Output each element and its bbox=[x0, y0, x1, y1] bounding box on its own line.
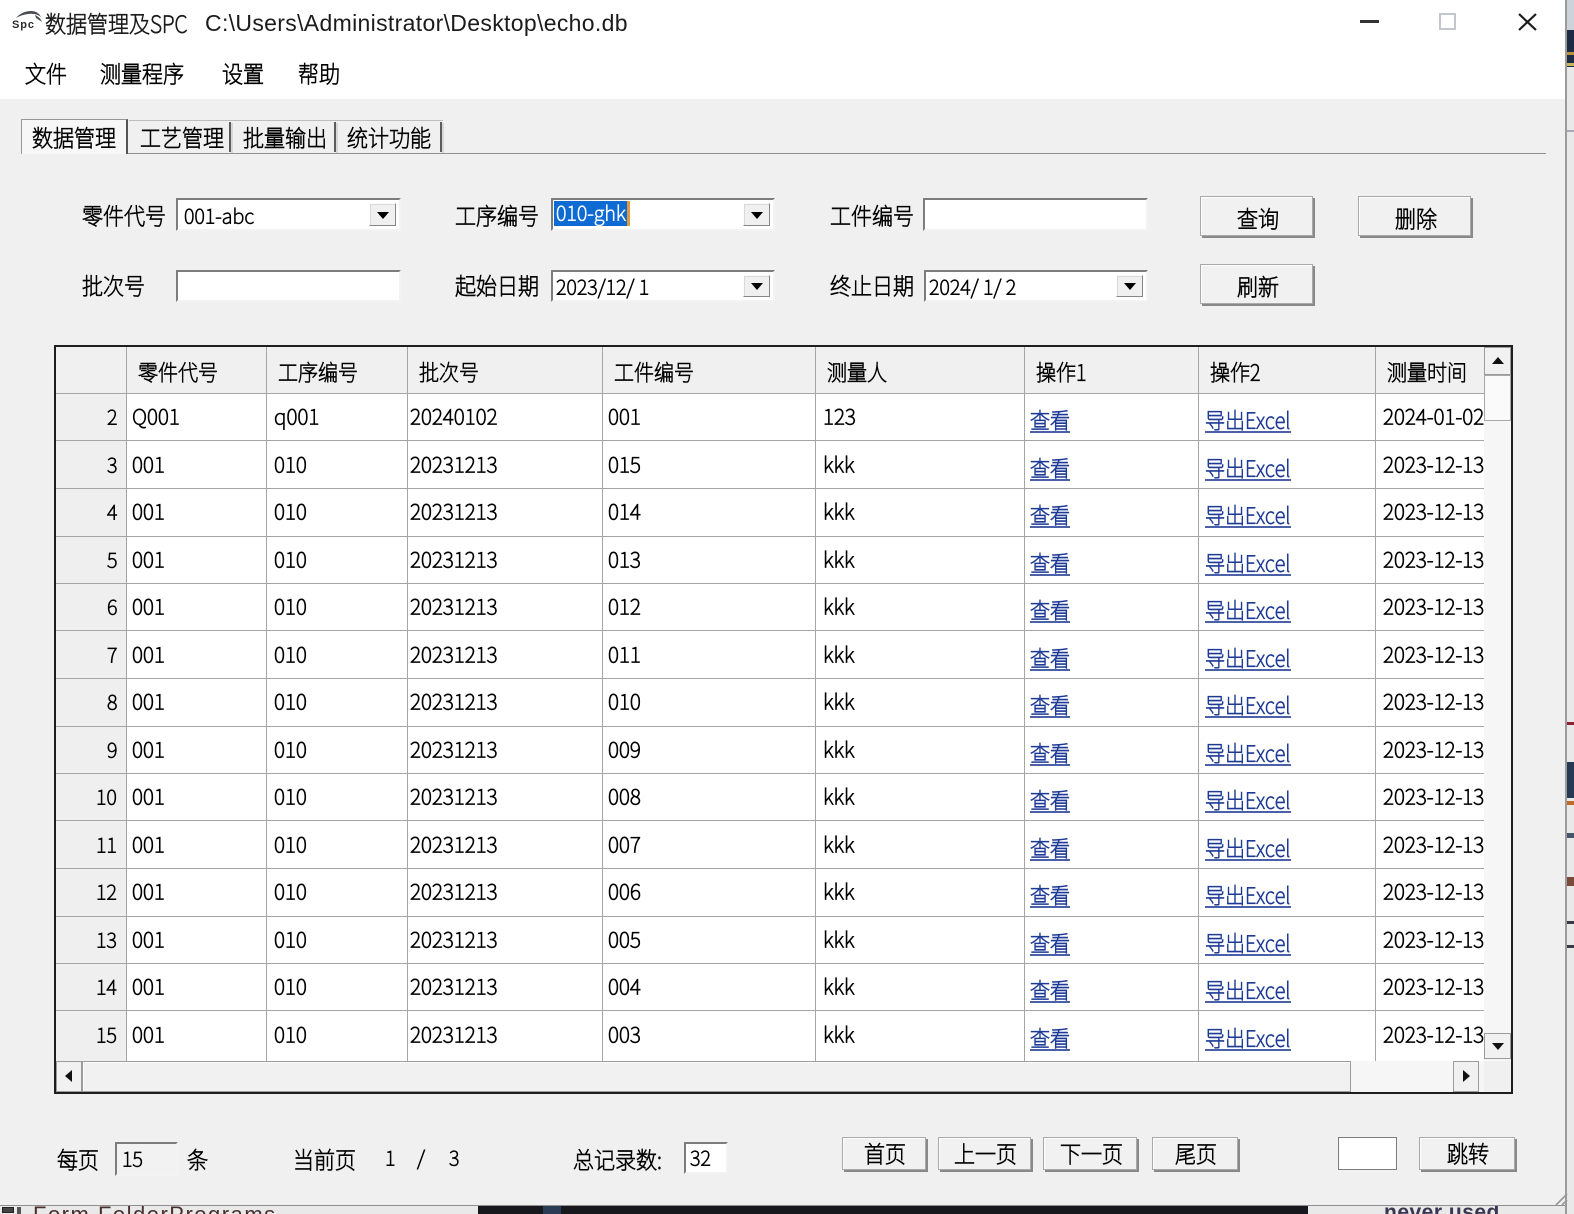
svg-text:Spc: Spc bbox=[12, 19, 34, 31]
